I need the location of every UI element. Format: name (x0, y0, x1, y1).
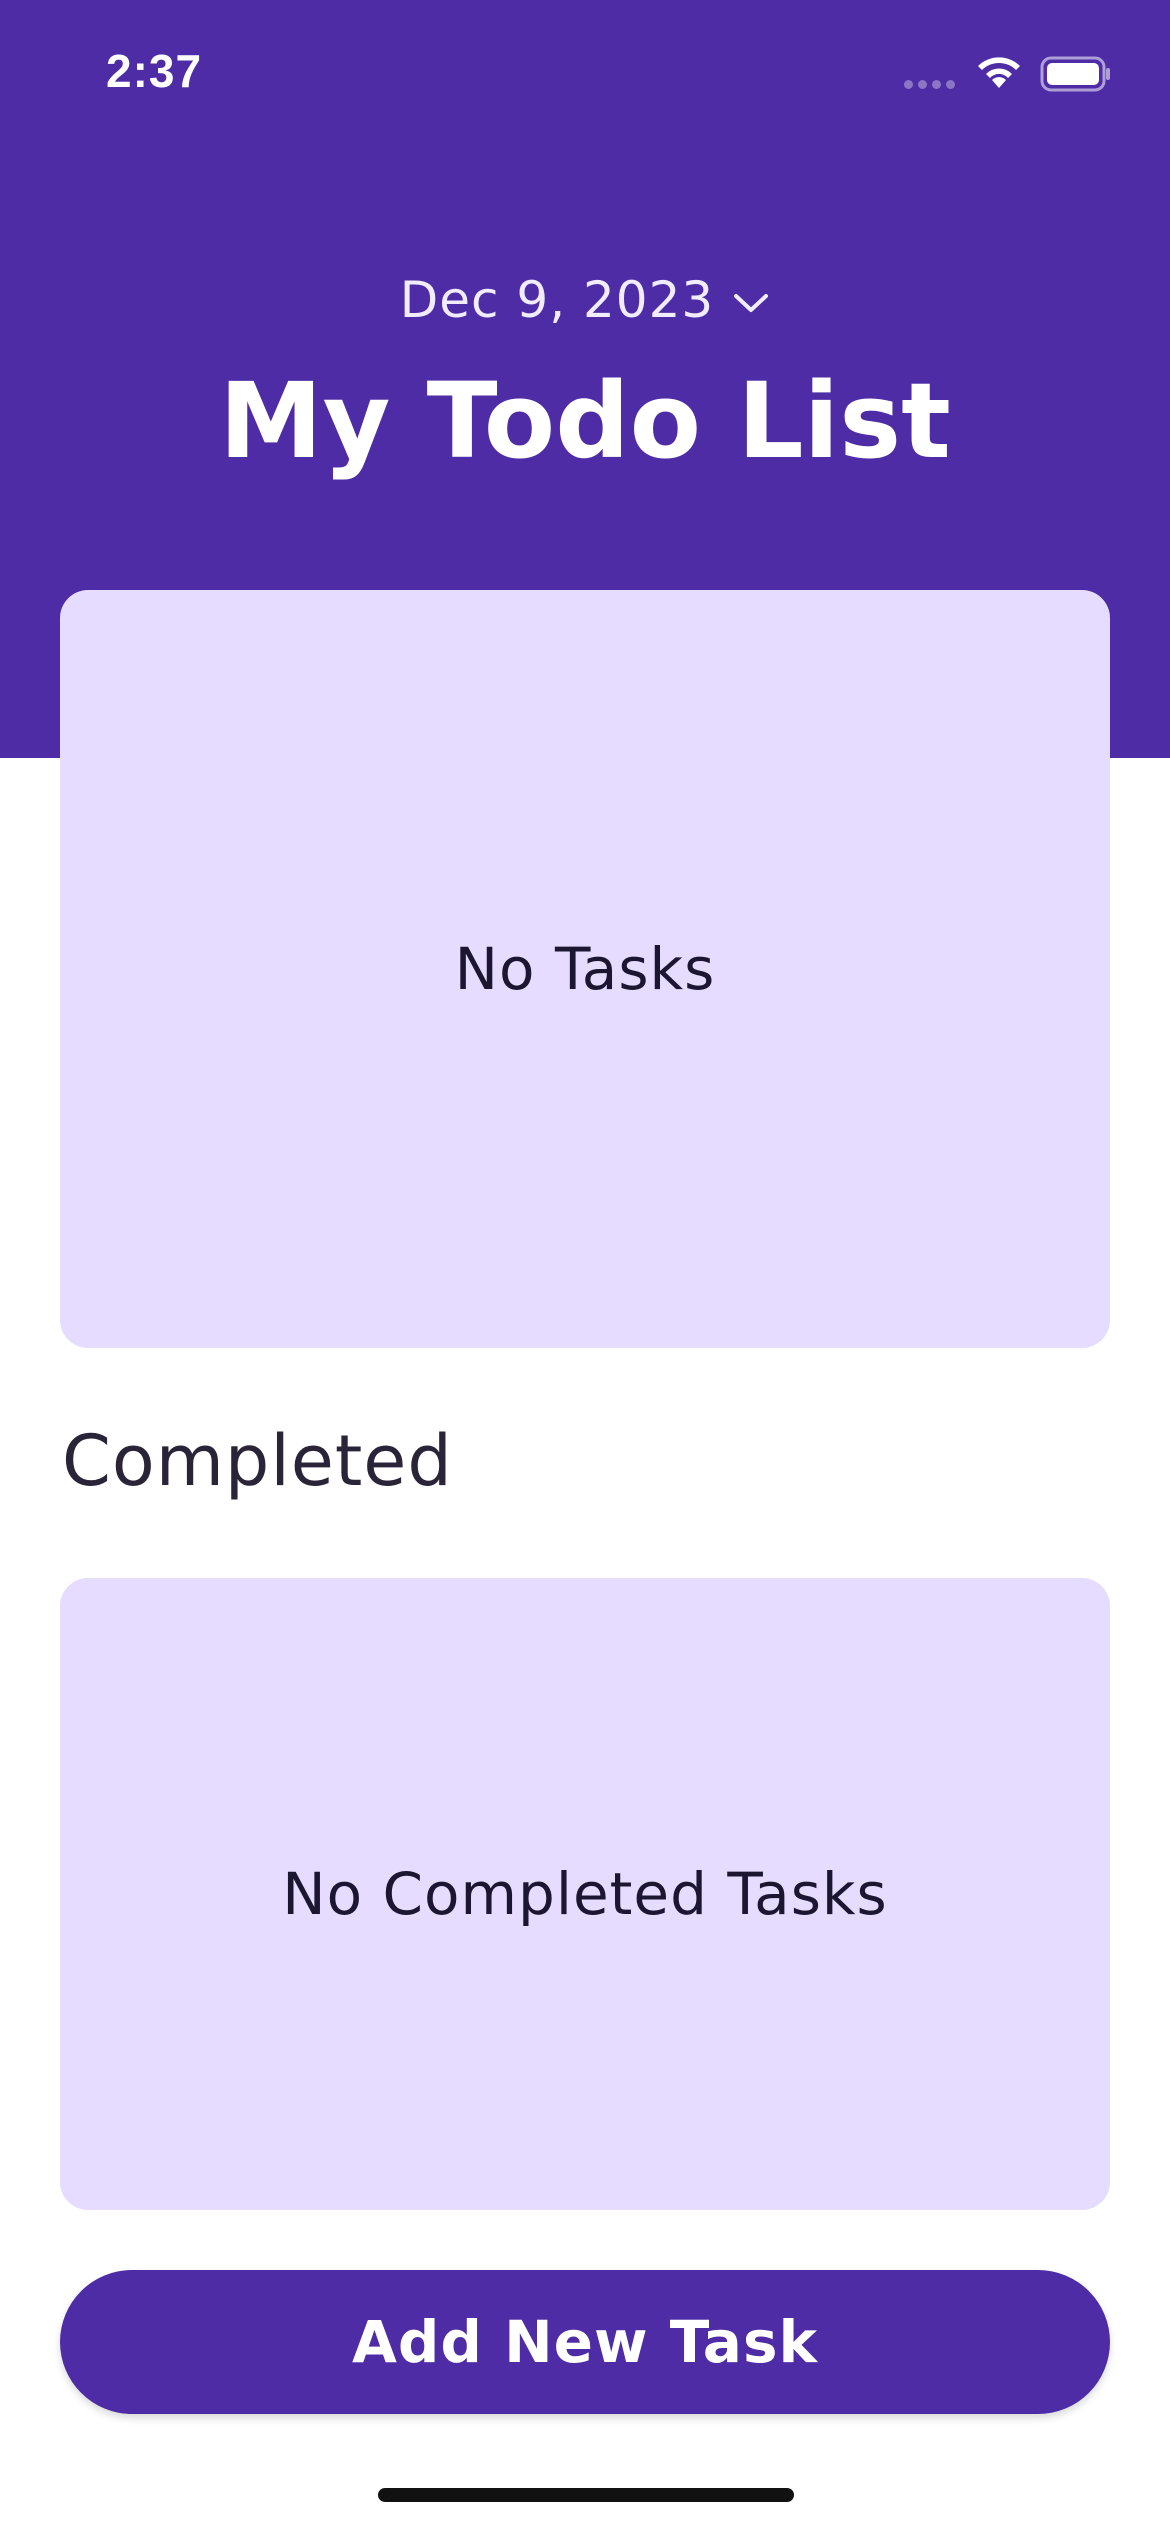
completed-empty-text: No Completed Tasks (282, 1860, 888, 1928)
battery-icon (1040, 56, 1110, 92)
status-bar: 2:37 (0, 0, 1170, 150)
chevron-down-icon (734, 294, 769, 312)
tasks-empty-text: No Tasks (454, 935, 716, 1003)
signal-icon (904, 80, 960, 90)
tasks-card: No Tasks (60, 590, 1110, 1348)
add-new-task-button[interactable]: Add New Task (60, 2270, 1110, 2414)
page-title: My Todo List (219, 360, 951, 482)
date-picker[interactable]: Dec 9, 2023 (0, 262, 1170, 338)
completed-section-title: Completed (62, 1420, 453, 1502)
date-label: Dec 9, 2023 (399, 271, 715, 329)
status-time: 2:37 (106, 45, 203, 97)
completed-tasks-card: No Completed Tasks (60, 1578, 1110, 2210)
wifi-icon (978, 57, 1020, 88)
home-indicator[interactable] (378, 2488, 794, 2502)
